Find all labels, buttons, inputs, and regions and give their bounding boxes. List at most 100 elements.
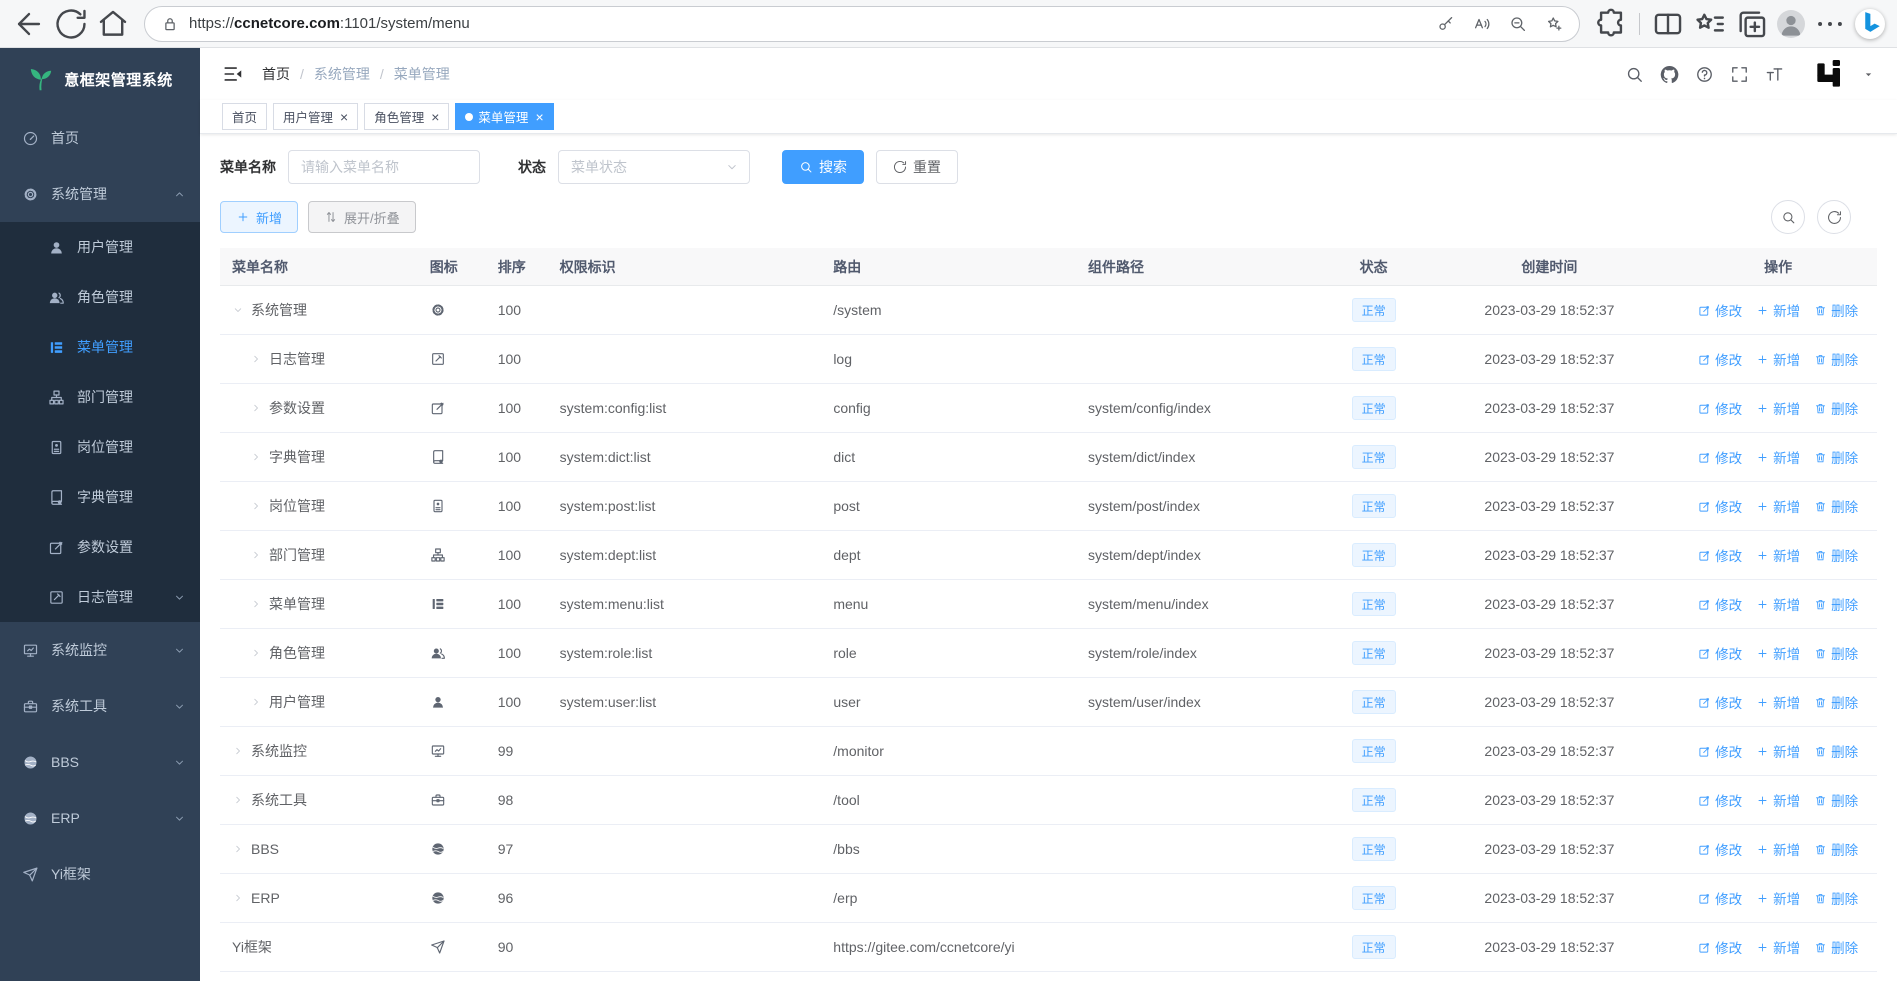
- edit-row-link[interactable]: 修改: [1698, 349, 1742, 369]
- extensions-button[interactable]: [1594, 7, 1628, 41]
- table-row[interactable]: 角色管理 100 system:role:list role system/role/i…: [220, 629, 1877, 678]
- status-select[interactable]: 菜单状态: [558, 150, 750, 184]
- add-row-link[interactable]: 新增: [1756, 300, 1800, 320]
- table-row[interactable]: Yi框架 90 https://gitee.com/ccnetcore/yi 正常 20…: [220, 923, 1877, 972]
- read-aloud-icon[interactable]: [1473, 15, 1491, 33]
- add-row-link[interactable]: 新增: [1756, 398, 1800, 418]
- browser-menu-button[interactable]: [1813, 7, 1847, 41]
- table-row[interactable]: 日志管理 100 log 正常 2023-03-29 18:52:37 修改 新增 删除: [220, 335, 1877, 384]
- edit-row-link[interactable]: 修改: [1698, 937, 1742, 957]
- table-row[interactable]: 系统管理 100/system 正常 2023-03-29 18:52:37 修改 新增 删…: [220, 286, 1877, 335]
- show-search-button[interactable]: [1771, 200, 1805, 234]
- close-icon[interactable]: ×: [340, 110, 348, 124]
- delete-row-link[interactable]: 删除: [1814, 545, 1858, 565]
- sidebar-item-user[interactable]: 用户管理: [0, 222, 200, 272]
- add-row-link[interactable]: 新增: [1756, 888, 1800, 908]
- add-row-link[interactable]: 新增: [1756, 692, 1800, 712]
- add-row-link[interactable]: 新增: [1756, 447, 1800, 467]
- delete-row-link[interactable]: 删除: [1814, 594, 1858, 614]
- delete-row-link[interactable]: 删除: [1814, 790, 1858, 810]
- delete-row-link[interactable]: 删除: [1814, 888, 1858, 908]
- table-row[interactable]: 参数设置 100 system:config:list config system/co…: [220, 384, 1877, 433]
- sidebar-item-config[interactable]: 参数设置: [0, 522, 200, 572]
- bing-chat-button[interactable]: [1855, 8, 1885, 39]
- edit-row-link[interactable]: 修改: [1698, 398, 1742, 418]
- table-row[interactable]: ERP 96/erp 正常 2023-03-29 18:52:37 修改 新增 删除: [220, 874, 1877, 923]
- sidebar-item-post[interactable]: 岗位管理: [0, 422, 200, 472]
- table-row[interactable]: 字典管理 100 system:dict:list dict system/dict/i…: [220, 433, 1877, 482]
- edit-row-link[interactable]: 修改: [1698, 594, 1742, 614]
- help-icon[interactable]: [1695, 65, 1714, 84]
- table-row[interactable]: 菜单管理 100 system:menu:list menu system/menu/i…: [220, 580, 1877, 629]
- table-row[interactable]: 部门管理 100 system:dept:list dept system/dept/i…: [220, 531, 1877, 580]
- split-screen-button[interactable]: [1651, 7, 1685, 41]
- sidebar-item-system[interactable]: 系统管理: [0, 166, 200, 222]
- home-button[interactable]: [96, 7, 130, 41]
- edit-row-link[interactable]: 修改: [1698, 300, 1742, 320]
- sidebar-item-monitor[interactable]: 系统监控: [0, 622, 200, 678]
- expand-collapse-button[interactable]: 展开/折叠: [308, 201, 416, 233]
- sidebar-item-log[interactable]: 日志管理: [0, 572, 200, 622]
- close-icon[interactable]: ×: [535, 110, 543, 124]
- edit-row-link[interactable]: 修改: [1698, 496, 1742, 516]
- menu-name-input[interactable]: [288, 150, 480, 184]
- sidebar-item-home[interactable]: 首页: [0, 110, 200, 166]
- table-row[interactable]: 系统监控 99/monitor 正常 2023-03-29 18:52:37 修改 新增 删…: [220, 727, 1877, 776]
- add-row-link[interactable]: 新增: [1756, 496, 1800, 516]
- tab-2[interactable]: 角色管理 ×: [364, 103, 450, 130]
- delete-row-link[interactable]: 删除: [1814, 496, 1858, 516]
- delete-row-link[interactable]: 删除: [1814, 398, 1858, 418]
- sidebar-toggle-button[interactable]: [222, 63, 244, 85]
- edit-row-link[interactable]: 修改: [1698, 545, 1742, 565]
- app-logo[interactable]: 意框架管理系统: [0, 48, 200, 110]
- password-key-icon[interactable]: [1437, 15, 1455, 33]
- edit-row-link[interactable]: 修改: [1698, 888, 1742, 908]
- table-row[interactable]: 用户管理 100 system:user:list user system/user/i…: [220, 678, 1877, 727]
- table-row[interactable]: BBS 97/bbs 正常 2023-03-29 18:52:37 修改 新增 删除: [220, 825, 1877, 874]
- breadcrumb-home[interactable]: 首页: [262, 64, 290, 84]
- favorites-button[interactable]: [1693, 7, 1727, 41]
- delete-row-link[interactable]: 删除: [1814, 643, 1858, 663]
- sidebar-item-role[interactable]: 角色管理: [0, 272, 200, 322]
- refresh-table-button[interactable]: [1817, 200, 1851, 234]
- delete-row-link[interactable]: 删除: [1814, 741, 1858, 761]
- github-icon[interactable]: [1660, 65, 1679, 84]
- search-icon[interactable]: [1625, 65, 1644, 84]
- collections-button[interactable]: [1735, 7, 1769, 41]
- add-row-link[interactable]: 新增: [1756, 790, 1800, 810]
- table-row[interactable]: 岗位管理 100 system:post:list post system/post/i…: [220, 482, 1877, 531]
- tab-1[interactable]: 用户管理 ×: [273, 103, 359, 130]
- add-row-link[interactable]: 新增: [1756, 839, 1800, 859]
- tab-0[interactable]: 首页: [222, 103, 268, 130]
- sidebar-item-dict[interactable]: 字典管理: [0, 472, 200, 522]
- edit-row-link[interactable]: 修改: [1698, 839, 1742, 859]
- add-row-link[interactable]: 新增: [1756, 937, 1800, 957]
- delete-row-link[interactable]: 删除: [1814, 349, 1858, 369]
- add-row-link[interactable]: 新增: [1756, 349, 1800, 369]
- delete-row-link[interactable]: 删除: [1814, 839, 1858, 859]
- table-row[interactable]: 系统工具 98/tool 正常 2023-03-29 18:52:37 修改 新增 删除: [220, 776, 1877, 825]
- sidebar-item-menu[interactable]: 菜单管理: [0, 322, 200, 372]
- edit-row-link[interactable]: 修改: [1698, 692, 1742, 712]
- add-menu-button[interactable]: 新增: [220, 201, 299, 233]
- sidebar-item-erp[interactable]: ERP: [0, 790, 200, 846]
- close-icon[interactable]: ×: [431, 110, 439, 124]
- caret-down-icon[interactable]: [1862, 68, 1875, 81]
- add-favorite-icon[interactable]: [1545, 15, 1563, 33]
- sidebar-item-dept[interactable]: 部门管理: [0, 372, 200, 422]
- user-avatar-logo[interactable]: [1814, 58, 1846, 90]
- delete-row-link[interactable]: 删除: [1814, 692, 1858, 712]
- edit-row-link[interactable]: 修改: [1698, 741, 1742, 761]
- zoom-out-icon[interactable]: [1509, 15, 1527, 33]
- sidebar-item-bbs[interactable]: BBS: [0, 734, 200, 790]
- delete-row-link[interactable]: 删除: [1814, 447, 1858, 467]
- sidebar-item-yi[interactable]: Yi框架: [0, 846, 200, 902]
- add-row-link[interactable]: 新增: [1756, 545, 1800, 565]
- delete-row-link[interactable]: 删除: [1814, 937, 1858, 957]
- reset-button[interactable]: 重置: [876, 150, 958, 184]
- edit-row-link[interactable]: 修改: [1698, 643, 1742, 663]
- text-size-icon[interactable]: [1765, 65, 1784, 84]
- add-row-link[interactable]: 新增: [1756, 741, 1800, 761]
- delete-row-link[interactable]: 删除: [1814, 300, 1858, 320]
- address-bar[interactable]: https://ccnetcore.com:1101/system/menu: [144, 5, 1580, 42]
